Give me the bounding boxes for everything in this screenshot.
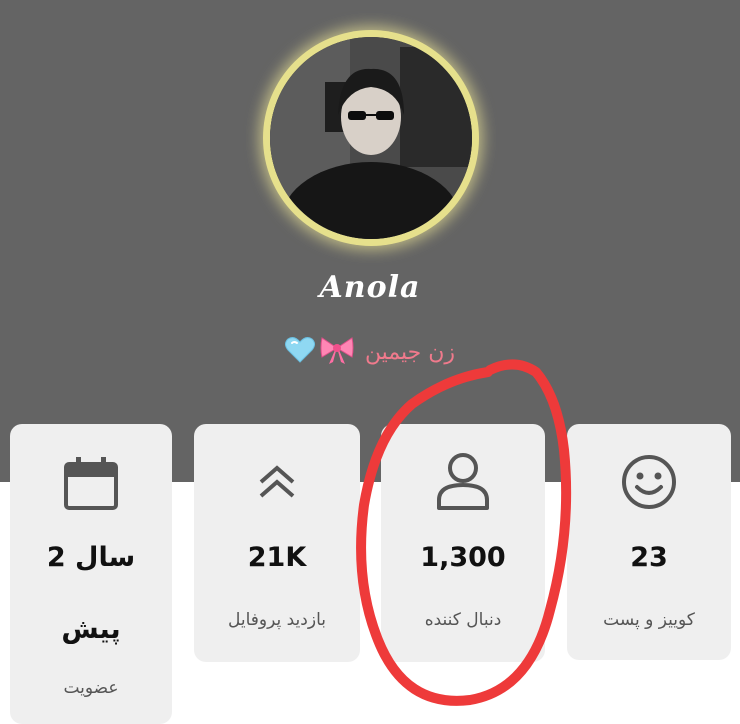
stat-card-membership[interactable]: 2 سال پیش عضویت — [10, 424, 172, 724]
stat-label: عضویت — [63, 678, 119, 698]
stat-value: 21K — [247, 542, 307, 573]
smiley-icon — [619, 452, 679, 516]
person-icon — [433, 448, 493, 516]
stat-value-line1: 2 سال — [46, 542, 136, 573]
calendar-icon — [61, 454, 121, 518]
stat-card-profile-views[interactable]: 21K بازدید پروفایل — [194, 424, 360, 662]
stat-card-posts[interactable]: 23 کوییز و پست — [567, 424, 731, 660]
stat-card-followers[interactable]: 1,300 دنبال کننده — [381, 424, 545, 662]
stat-value: 1,300 — [420, 542, 506, 573]
double-chevron-up-icon — [255, 460, 299, 508]
bio-text: زن جیمین — [364, 339, 456, 365]
stat-label: دنبال کننده — [424, 610, 502, 630]
bio: زن جیمین — [0, 332, 740, 372]
avatar-photo — [270, 37, 472, 239]
bow-emoji — [319, 335, 355, 369]
stat-label: بازدید پروفایل — [228, 610, 326, 630]
stat-value-line2: پیش — [61, 614, 121, 645]
stat-label: کوییز و پست — [603, 610, 695, 630]
avatar[interactable] — [270, 37, 472, 239]
stat-value: 23 — [630, 542, 668, 573]
light-blue-heart-emoji — [284, 336, 315, 368]
username: Anola — [319, 270, 421, 305]
